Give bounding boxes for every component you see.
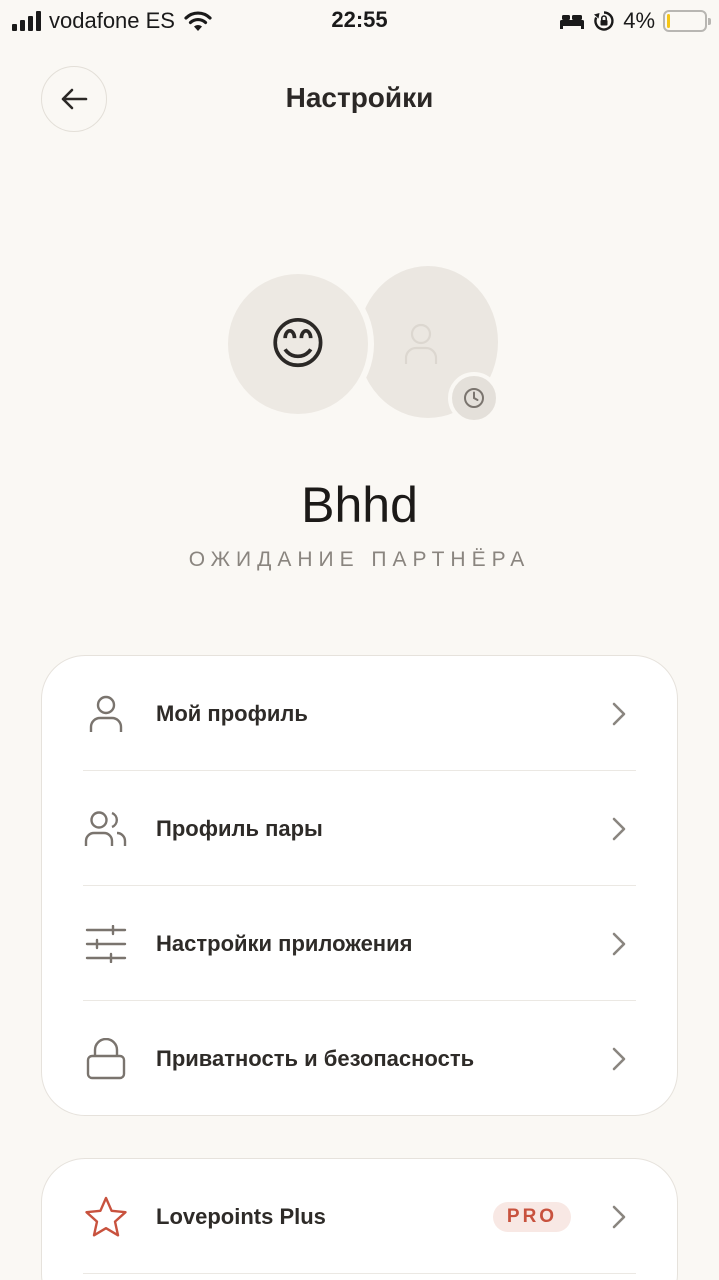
chevron-right-icon: [612, 702, 626, 725]
rotation-lock-icon: [594, 11, 614, 31]
menu-item-label: Приватность и безопасность: [156, 1045, 475, 1071]
chevron-right-icon: [612, 817, 626, 840]
menu-item-my-profile[interactable]: Мой профиль: [42, 656, 677, 771]
status-bar-right: 4%: [559, 8, 711, 34]
menu-item-label: Lovepoints Plus: [156, 1203, 326, 1229]
menu-item-privacy-security[interactable]: Приватность и безопасность: [42, 1001, 677, 1116]
menu-item-label: Мой профиль: [156, 700, 308, 726]
status-bar-left: vodafone ES: [12, 8, 213, 34]
star-icon: [84, 1195, 128, 1239]
user-avatar[interactable]: 😊: [228, 274, 368, 414]
pending-badge: [448, 372, 500, 424]
bed-icon: [560, 15, 585, 29]
smiling-face-emoji: 😊: [268, 312, 328, 375]
sliders-icon: [84, 922, 128, 966]
menu-item-label: Настройки приложения: [156, 930, 413, 956]
users-icon: [84, 807, 128, 851]
menu-divider: [83, 1273, 636, 1274]
pro-menu-card: Lovepoints Plus PRO: [41, 1158, 678, 1280]
page-title: Настройки: [285, 82, 434, 113]
wifi-icon: [184, 11, 212, 31]
signal-icon: [12, 11, 41, 31]
user-name: Bhhd: [301, 477, 418, 533]
status-bar: vodafone ES 22:55 4%: [0, 0, 719, 40]
chevron-right-icon: [612, 932, 626, 955]
settings-menu-card: Мой профиль Профиль пары Настройки прило…: [41, 655, 678, 1116]
partner-status: ОЖИДАНИЕ ПАРТНЁРА: [188, 548, 531, 571]
menu-item-lovepoints-plus[interactable]: Lovepoints Plus PRO: [42, 1159, 677, 1274]
menu-item-app-settings[interactable]: Настройки приложения: [42, 886, 677, 1001]
pro-badge: PRO: [493, 1201, 571, 1232]
menu-item-label: Профиль пары: [156, 815, 323, 841]
carrier-name: vodafone ES: [49, 8, 175, 33]
chevron-right-icon: [612, 1047, 626, 1070]
battery-percent: 4%: [623, 8, 655, 33]
battery-icon: [663, 10, 711, 32]
lock-icon: [84, 1037, 128, 1081]
battery-level-fill: [667, 14, 670, 28]
person-placeholder-icon: [404, 323, 438, 364]
couple-avatars: 😊: [228, 266, 508, 426]
chevron-right-icon: [612, 1205, 626, 1228]
clock-icon: [464, 388, 484, 408]
user-icon: [84, 692, 128, 736]
menu-item-couple-profile[interactable]: Профиль пары: [42, 771, 677, 886]
